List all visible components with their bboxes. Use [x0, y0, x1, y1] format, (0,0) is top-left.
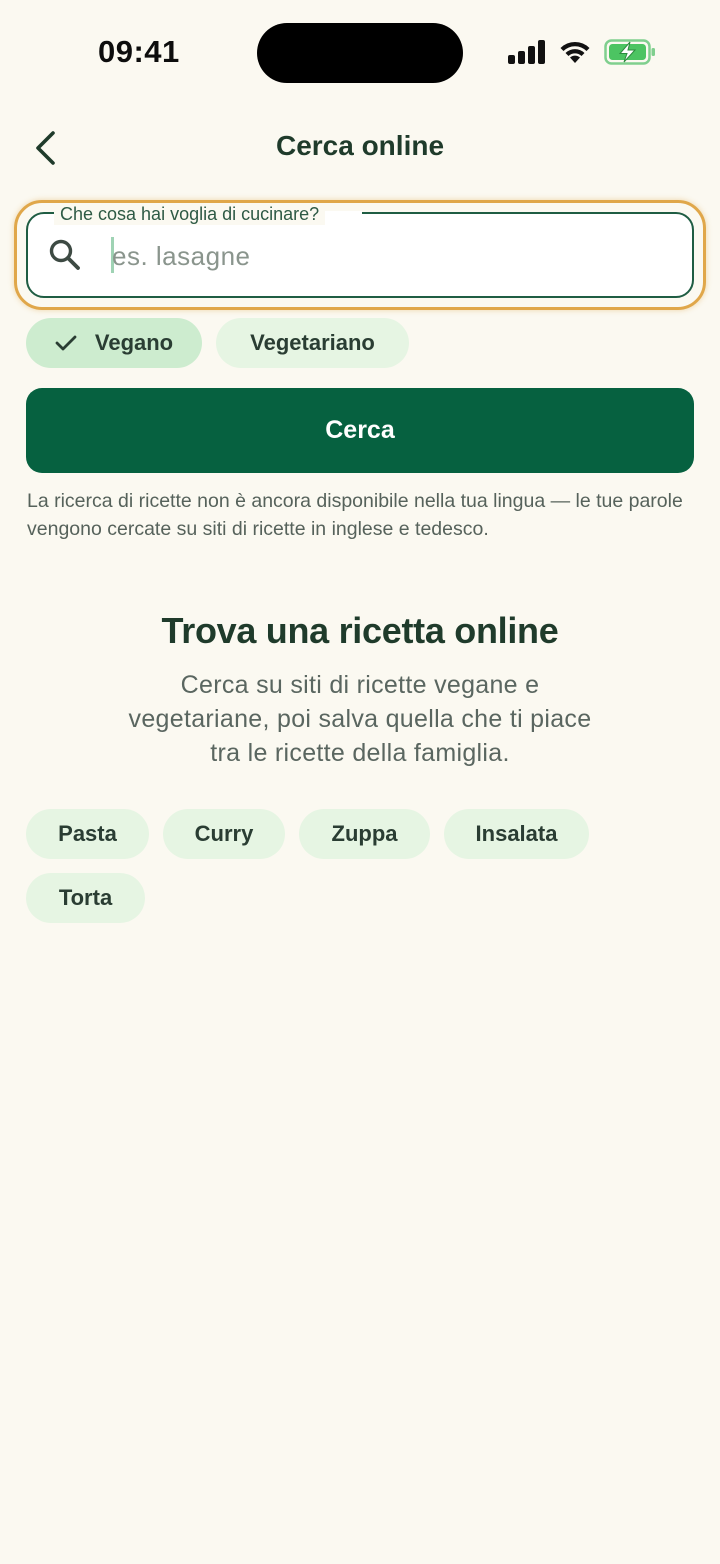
suggestion-chip-pasta[interactable]: Pasta	[26, 809, 149, 859]
dynamic-island	[257, 23, 463, 83]
cellular-signal-icon	[508, 40, 545, 64]
filter-chip-label: Vegetariano	[250, 330, 375, 355]
screen: 09:41 Cerca online Che cosa hai voglia d	[0, 0, 720, 1564]
suggestion-chip-torta[interactable]: Torta	[26, 873, 145, 923]
suggestion-chip-curry[interactable]: Curry	[163, 809, 285, 859]
suggestion-chip-zuppa[interactable]: Zuppa	[299, 809, 430, 859]
page-title: Cerca online	[275, 130, 445, 161]
empty-state-title: Trova una ricetta online	[161, 610, 559, 651]
language-note: La ricerca di ricette non è ancora dispo…	[27, 490, 683, 540]
filter-chip-vegano[interactable]: Vegano	[26, 318, 202, 368]
search-input[interactable]	[112, 236, 672, 276]
check-icon	[55, 334, 77, 352]
suggestion-chip-insalata[interactable]: Insalata	[444, 809, 589, 859]
search-icon	[49, 239, 80, 270]
status-time: 09:41	[98, 34, 180, 69]
search-button[interactable]: Cerca	[26, 388, 694, 473]
filter-chip-vegetariano[interactable]: Vegetariano	[216, 318, 409, 368]
wifi-icon	[560, 41, 590, 63]
empty-state-description: Cerca su siti di ricette vegane e vegeta…	[128, 671, 592, 767]
search-label: Che cosa hai voglia di cucinare?	[54, 203, 326, 225]
battery-charging-icon	[604, 39, 655, 65]
filter-chip-label: Vegano	[94, 330, 174, 355]
status-icons	[508, 36, 656, 68]
